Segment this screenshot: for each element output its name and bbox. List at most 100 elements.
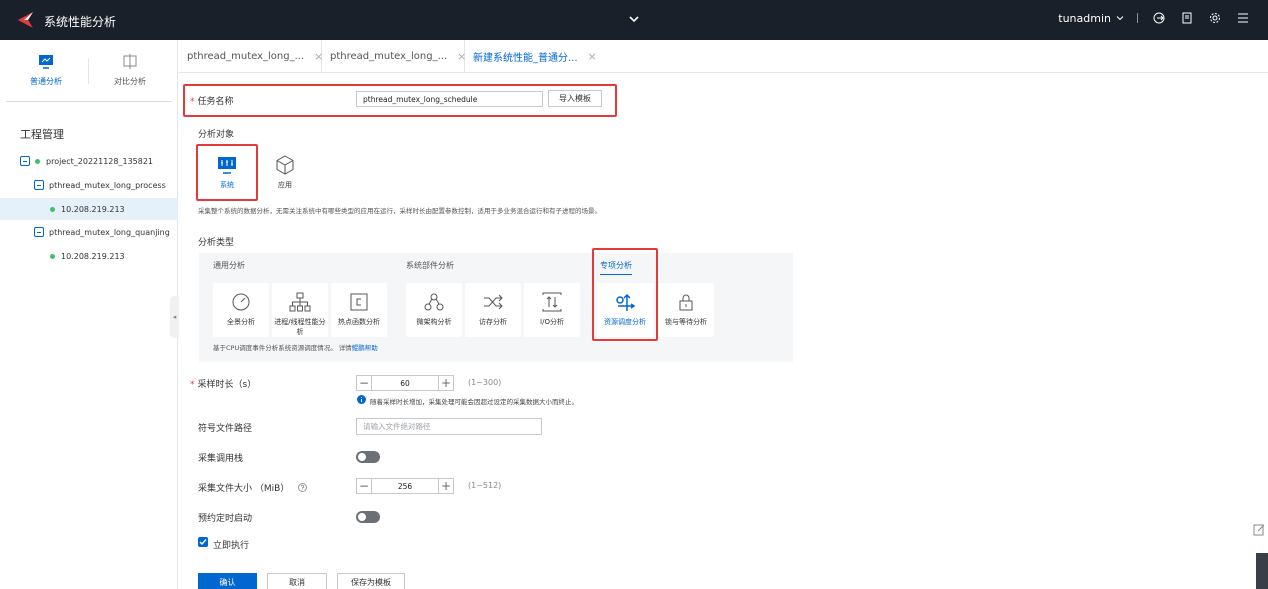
mode-tab-label: 普通分析 xyxy=(30,77,62,86)
microarch-icon xyxy=(424,293,444,311)
menu-icon[interactable] xyxy=(1236,11,1250,25)
lock-icon xyxy=(679,294,693,311)
shuffle-icon xyxy=(484,294,503,310)
increment-button[interactable]: + xyxy=(438,479,453,493)
type-resource-scheduling-card[interactable]: 资源调度分析 xyxy=(597,283,653,337)
file-size-label: 采集文件大小 （MiB） xyxy=(198,481,308,494)
group-general[interactable]: 通用分析 xyxy=(213,260,245,271)
tree-item-task[interactable]: pthread_mutex_long_process xyxy=(0,174,178,196)
tree-item-label: pthread_mutex_long_process xyxy=(49,180,166,190)
target-application-card[interactable]: 应用 xyxy=(258,146,312,199)
target-system-card[interactable]: 系统 xyxy=(198,146,256,199)
io-icon xyxy=(542,292,562,312)
schedule-toggle[interactable] xyxy=(356,511,380,523)
sample-duration-stepper[interactable]: − 60 + xyxy=(356,375,454,391)
analysis-target-label: 分析对象 xyxy=(198,130,235,140)
sample-duration-range: (1~300) xyxy=(468,378,502,387)
task-name-label: * 任务名称 xyxy=(190,97,234,107)
file-size-stepper[interactable]: − 256 + xyxy=(356,478,454,494)
status-dot xyxy=(50,253,55,259)
check-icon xyxy=(199,539,207,546)
chevron-down-icon[interactable] xyxy=(627,12,641,26)
tree-item-node[interactable]: 10.208.219.213 xyxy=(0,198,178,220)
divider xyxy=(6,101,172,102)
callstack-toggle[interactable] xyxy=(356,451,380,463)
feedback-icon[interactable] xyxy=(1252,523,1266,537)
help-icon[interactable] xyxy=(298,483,308,492)
tab-normal-analysis[interactable]: 普通分析 xyxy=(6,54,86,87)
group-components[interactable]: 系统部件分析 xyxy=(406,260,454,271)
tab-task-1[interactable]: pthread_mutex_long_... × xyxy=(179,40,323,72)
tree-item-node[interactable]: 10.208.219.213 xyxy=(0,245,178,267)
top-bar: 系统性能分析 tunadmin xyxy=(0,0,1268,40)
app-title: 系统性能分析 xyxy=(44,15,117,29)
schedule-label: 预约定时启动 xyxy=(198,514,253,524)
cancel-button[interactable]: 取消 xyxy=(267,573,327,589)
compare-icon xyxy=(123,54,137,69)
collapse-icon[interactable] xyxy=(20,156,30,166)
tab-new-task[interactable]: 新建系统性能_普通分... × xyxy=(465,40,612,72)
tree-item-project[interactable]: project_20221128_135821 xyxy=(0,150,178,172)
type-io-card[interactable]: I/O分析 xyxy=(524,283,580,337)
save-template-button[interactable]: 保存为模板 xyxy=(337,573,405,589)
import-template-button[interactable]: 导入模板 xyxy=(548,90,602,107)
divider xyxy=(1137,13,1138,23)
tab-task-2[interactable]: pthread_mutex_long_... × xyxy=(322,40,466,72)
cube-icon xyxy=(276,155,294,175)
run-now-label: 立即执行 xyxy=(213,541,250,551)
help-link[interactable]: 鲲鹏帮助 xyxy=(352,344,378,352)
logout-icon[interactable] xyxy=(1152,11,1166,25)
sample-duration-note: 随着采样时长增加，采集处理可能会因超过设定的采集数据大小而终止。 xyxy=(370,398,578,406)
task-name-input[interactable]: pthread_mutex_long_schedule xyxy=(356,91,543,107)
gear-icon[interactable] xyxy=(1208,11,1222,25)
file-size-range: (1~512) xyxy=(468,481,502,490)
username[interactable]: tunadmin xyxy=(1058,12,1111,25)
target-description: 采集整个系统的数据分析，无需关注系统中有哪些类型的应用在运行，采样时长由配置参数… xyxy=(198,207,601,215)
decrement-button[interactable]: − xyxy=(357,376,372,390)
tree-item-label: pthread_mutex_long_quanjing xyxy=(49,227,170,237)
run-now-checkbox[interactable] xyxy=(198,537,208,547)
divider xyxy=(88,58,89,84)
sidebar: 普通分析 对比分析 工程管理 project_20221128_135821 p… xyxy=(0,40,178,589)
tab-compare-analysis[interactable]: 对比分析 xyxy=(90,54,170,87)
system-icon xyxy=(218,157,236,174)
tree-item-label: project_20221128_135821 xyxy=(46,156,154,166)
type-process-thread-card[interactable]: 进程/线程性能分析 xyxy=(272,283,328,337)
scheduling-icon xyxy=(616,293,636,311)
mode-tab-label: 对比分析 xyxy=(114,77,146,86)
hierarchy-icon xyxy=(289,292,311,312)
chevron-down-icon[interactable] xyxy=(1115,13,1125,23)
gauge-icon xyxy=(232,293,250,311)
increment-button[interactable]: + xyxy=(438,376,453,390)
file-size-value[interactable]: 256 xyxy=(372,479,438,493)
project-management-title: 工程管理 xyxy=(20,128,64,141)
decrement-button[interactable]: − xyxy=(357,479,372,493)
tree-item-label: 10.208.219.213 xyxy=(61,251,125,261)
confirm-button[interactable]: 确认 xyxy=(198,573,257,589)
type-hotspot-card[interactable]: 热点函数分析 xyxy=(331,283,387,337)
document-icon[interactable] xyxy=(1180,11,1194,25)
sample-duration-value[interactable]: 60 xyxy=(372,376,438,390)
analysis-type-label: 分析类型 xyxy=(198,238,235,248)
type-microarch-card[interactable]: 微架构分析 xyxy=(406,283,462,337)
side-panel-handle[interactable] xyxy=(1256,553,1268,589)
collapse-icon[interactable] xyxy=(34,227,44,237)
monitor-icon xyxy=(39,55,53,69)
symbol-path-input[interactable]: 请输入文件绝对路径 xyxy=(356,418,542,435)
main-form: * 任务名称 pthread_mutex_long_schedule 导入模板 分… xyxy=(179,73,1268,589)
tree-item-label: 10.208.219.213 xyxy=(61,204,125,214)
status-dot xyxy=(50,206,55,212)
logo-icon xyxy=(18,12,33,28)
callstack-label: 采集调用栈 xyxy=(198,454,244,464)
collapse-icon[interactable] xyxy=(34,180,44,190)
type-panorama-card[interactable]: 全景分析 xyxy=(213,283,269,337)
status-dot xyxy=(35,158,40,164)
tree-item-task[interactable]: pthread_mutex_long_quanjing xyxy=(0,221,178,243)
type-lock-wait-card[interactable]: 锁与等待分析 xyxy=(658,283,714,337)
analysis-type-description: 基于CPU调度事件分析系统资源调度情况。 详情鲲鹏帮助 xyxy=(213,344,378,352)
close-icon[interactable]: × xyxy=(588,50,597,63)
sidebar-collapse-handle[interactable]: ◂ xyxy=(170,296,179,338)
user-menu: tunadmin xyxy=(1058,11,1250,25)
symbol-path-label: 符号文件路径 xyxy=(198,424,253,434)
type-memory-card[interactable]: 访存分析 xyxy=(465,283,521,337)
